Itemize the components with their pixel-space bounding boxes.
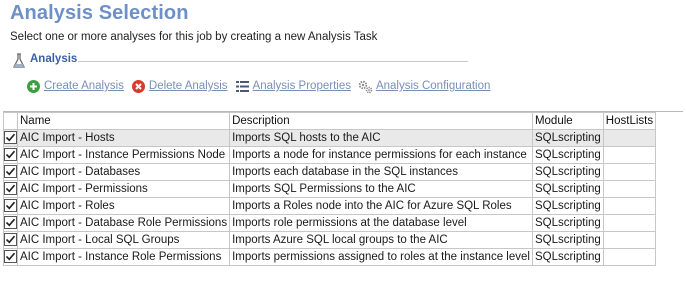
row-checkbox-cell [3, 248, 18, 266]
row-description: Imports permissions assigned to roles at… [229, 248, 533, 266]
row-name: AIC Import - Instance Permissions Node [16, 146, 231, 164]
row-checkbox-cell [3, 214, 18, 232]
row-name: AIC Import - Local SQL Groups [16, 231, 231, 249]
table-row[interactable]: AIC Import - Instance Role Permissions I… [3, 248, 657, 266]
column-header-module[interactable]: Module [531, 112, 604, 130]
delete-analysis-label: Delete Analysis [148, 80, 228, 92]
analysis-properties-button[interactable]: Analysis Properties [235, 79, 351, 94]
row-checkbox-cell [3, 146, 18, 164]
row-hostlists [602, 163, 657, 181]
column-header-check[interactable] [3, 112, 18, 130]
row-checkbox-cell [3, 180, 18, 198]
analysis-grid: Name Description Module HostLists AIC Im… [3, 111, 683, 295]
section-divider [78, 61, 468, 62]
gears-icon [358, 79, 373, 94]
checkbox-checked-icon[interactable] [4, 182, 17, 196]
plus-circle-icon [26, 79, 41, 94]
row-hostlists [602, 180, 657, 198]
page-subtitle: Select one or more analyses for this job… [10, 31, 378, 43]
checkbox-checked-icon[interactable] [4, 131, 17, 145]
row-name: AIC Import - Roles [16, 197, 231, 215]
row-description: Imports each database in the SQL instanc… [229, 163, 533, 181]
row-module: SQLscripting [531, 146, 604, 164]
analysis-configuration-label: Analysis Configuration [375, 80, 491, 92]
row-name: AIC Import - Permissions [16, 180, 231, 198]
row-name: AIC Import - Instance Role Permissions [16, 248, 231, 266]
row-hostlists [602, 214, 657, 232]
row-hostlists [602, 197, 657, 215]
table-row[interactable]: AIC Import - Databases Imports each data… [3, 163, 657, 181]
x-circle-icon [131, 79, 146, 94]
checkbox-checked-icon[interactable] [4, 250, 17, 264]
analysis-table: Name Description Module HostLists AIC Im… [3, 112, 657, 266]
table-row[interactable]: AIC Import - Local SQL Groups Imports Az… [3, 231, 657, 249]
column-header-name[interactable]: Name [16, 112, 231, 130]
checkbox-checked-icon[interactable] [4, 216, 17, 230]
list-icon [235, 79, 250, 94]
table-header-row: Name Description Module HostLists [3, 112, 657, 130]
row-checkbox-cell [3, 129, 18, 147]
table-row[interactable]: AIC Import - Instance Permissions Node I… [3, 146, 657, 164]
row-module: SQLscripting [531, 248, 604, 266]
column-header-description[interactable]: Description [229, 112, 533, 130]
flask-icon [12, 53, 26, 69]
row-module: SQLscripting [531, 231, 604, 249]
checkbox-checked-icon[interactable] [4, 199, 17, 213]
checkbox-checked-icon[interactable] [4, 165, 17, 179]
table-row[interactable]: AIC Import - Permissions Imports SQL Per… [3, 180, 657, 198]
row-checkbox-cell [3, 163, 18, 181]
row-module: SQLscripting [531, 197, 604, 215]
row-description: Imports SQL Permissions to the AIC [229, 180, 533, 198]
analysis-properties-label: Analysis Properties [252, 80, 351, 92]
analysis-configuration-button[interactable]: Analysis Configuration [358, 79, 490, 94]
row-name: AIC Import - Databases [16, 163, 231, 181]
row-description: Imports Azure SQL local groups to the AI… [229, 231, 533, 249]
checkbox-checked-icon[interactable] [4, 233, 17, 247]
analysis-toolbar: Create Analysis Delete Analysis Analysis… [26, 77, 497, 95]
table-row[interactable]: AIC Import - Roles Imports a Roles node … [3, 197, 657, 215]
row-hostlists [602, 248, 657, 266]
table-row[interactable]: AIC Import - Database Role Permissions I… [3, 214, 657, 232]
row-module: SQLscripting [531, 163, 604, 181]
delete-analysis-button[interactable]: Delete Analysis [131, 79, 228, 94]
row-description: Imports role permissions at the database… [229, 214, 533, 232]
table-row[interactable]: AIC Import - Hosts Imports SQL hosts to … [3, 129, 657, 147]
section-label: Analysis [30, 53, 78, 65]
analysis-section-header: Analysis [12, 52, 468, 70]
row-hostlists [602, 129, 657, 147]
row-description: Imports a node for instance permissions … [229, 146, 533, 164]
row-name: AIC Import - Database Role Permissions [16, 214, 231, 232]
row-description: Imports SQL hosts to the AIC [229, 129, 533, 147]
column-header-hostlists[interactable]: HostLists [602, 112, 657, 130]
row-name: AIC Import - Hosts [16, 129, 231, 147]
row-hostlists [602, 146, 657, 164]
create-analysis-button[interactable]: Create Analysis [26, 79, 124, 94]
row-module: SQLscripting [531, 180, 604, 198]
row-checkbox-cell [3, 231, 18, 249]
row-module: SQLscripting [531, 129, 604, 147]
row-module: SQLscripting [531, 214, 604, 232]
row-checkbox-cell [3, 197, 18, 215]
page-title: Analysis Selection [10, 2, 189, 24]
checkbox-checked-icon[interactable] [4, 148, 17, 162]
row-description: Imports a Roles node into the AIC for Az… [229, 197, 533, 215]
row-hostlists [602, 231, 657, 249]
create-analysis-label: Create Analysis [44, 80, 124, 92]
